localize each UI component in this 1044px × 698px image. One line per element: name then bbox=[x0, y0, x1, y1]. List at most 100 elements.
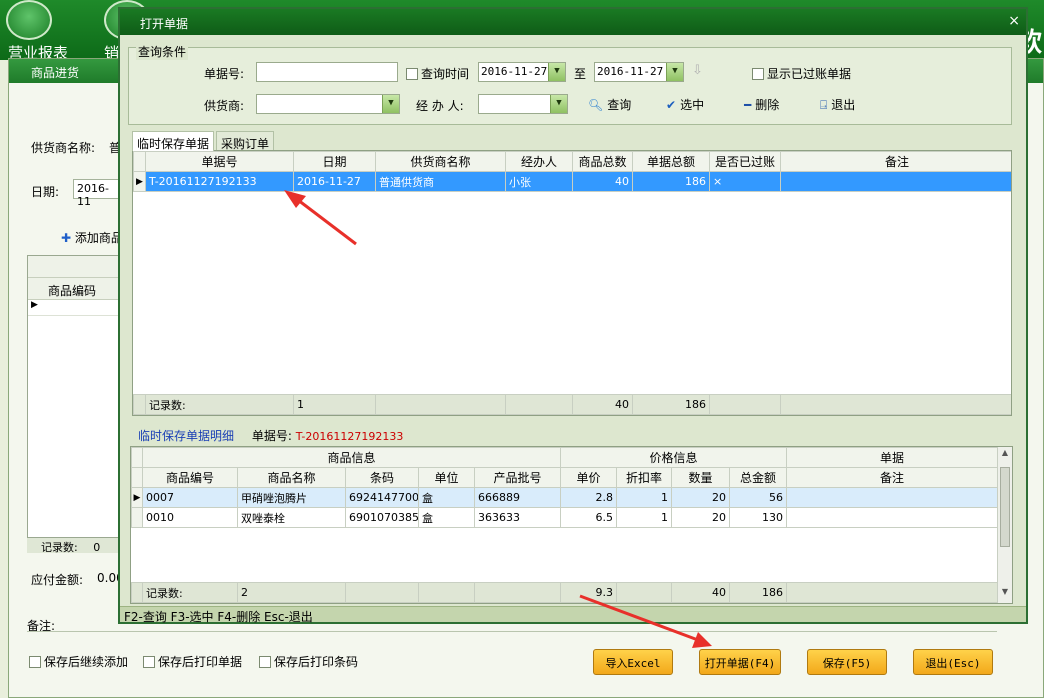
table-row[interactable]: ▶ T-20161127192133 2016-11-27 普通供货商 小张 4… bbox=[133, 171, 1011, 192]
scroll-down-icon[interactable]: ▼ bbox=[998, 587, 1012, 603]
cell-price[interactable]: 2.8 bbox=[560, 487, 618, 508]
col-batch[interactable]: 产品批号 bbox=[473, 467, 562, 488]
select-button[interactable]: ✔ 选中 bbox=[666, 96, 704, 113]
col-handler[interactable]: 经办人 bbox=[505, 151, 573, 172]
cell-barcode[interactable]: 690107038534 bbox=[345, 507, 419, 528]
col-unit[interactable]: 单位 bbox=[418, 467, 475, 488]
cell-supplier[interactable]: 普通供货商 bbox=[375, 171, 506, 192]
cell-discount[interactable]: 1 bbox=[616, 487, 673, 508]
col-remark[interactable]: 备注 bbox=[780, 151, 1011, 172]
bill-no-input[interactable] bbox=[256, 62, 398, 82]
query-time-label: 查询时间 bbox=[421, 67, 470, 81]
supplier-select[interactable]: ▼ bbox=[256, 94, 400, 114]
col-barcode[interactable]: 条码 bbox=[345, 467, 419, 488]
col-total[interactable]: 总金额 bbox=[729, 467, 788, 488]
scroll-thumb[interactable] bbox=[1000, 467, 1010, 547]
cell-date[interactable]: 2016-11-27 bbox=[293, 171, 376, 192]
handler-select[interactable]: ▼ bbox=[478, 94, 568, 114]
col-goods-code[interactable]: 商品编号 bbox=[142, 467, 238, 488]
col-discount[interactable]: 折扣率 bbox=[616, 467, 673, 488]
date-to-picker[interactable]: 2016-11-27 ▼ bbox=[594, 62, 684, 82]
report-icon[interactable] bbox=[6, 0, 52, 40]
chevron-down-icon[interactable]: ▼ bbox=[548, 63, 565, 81]
cell-total[interactable]: 130 bbox=[729, 507, 788, 528]
query-time-check[interactable]: 查询时间 bbox=[406, 65, 469, 82]
detail-title: 临时保存单据明细 bbox=[138, 429, 235, 443]
cell-bill-no[interactable]: T-20161127192133 bbox=[145, 171, 294, 192]
check-print-barcode[interactable]: 保存后打印条码 bbox=[259, 653, 358, 670]
detail-footer-label: 记录数: bbox=[142, 582, 238, 603]
cell-goods-name[interactable]: 甲硝唑泡腾片 bbox=[237, 487, 346, 508]
col-qty[interactable]: 数量 bbox=[671, 467, 731, 488]
checkbox-icon bbox=[752, 68, 764, 80]
scroll-up-icon[interactable]: ▲ bbox=[998, 448, 1012, 464]
bills-grid[interactable]: 单据号 日期 供货商名称 经办人 商品总数 单据总额 是否已过账 备注 ▶ T-… bbox=[132, 150, 1012, 416]
check-print-bill[interactable]: 保存后打印单据 bbox=[143, 653, 242, 670]
remark-field[interactable] bbox=[27, 631, 997, 632]
group-bill: 单据 bbox=[786, 447, 999, 468]
delete-button[interactable]: ━ 删除 bbox=[744, 96, 779, 113]
select-button-label: 选中 bbox=[680, 98, 705, 112]
cell-goods-code[interactable]: 0010 bbox=[142, 507, 238, 528]
cell-price[interactable]: 6.5 bbox=[560, 507, 618, 528]
footer-record-label: 记录数: bbox=[145, 394, 294, 415]
chevron-down-icon[interactable]: ▼ bbox=[382, 95, 399, 113]
tab-temp-saved[interactable]: 临时保存单据 bbox=[132, 131, 215, 151]
cell-unit[interactable]: 盒 bbox=[418, 507, 475, 528]
footer-blank bbox=[418, 582, 475, 603]
cell-goods-name[interactable]: 双唑泰栓 bbox=[237, 507, 346, 528]
col-amount-total[interactable]: 单据总额 bbox=[632, 151, 710, 172]
col-date[interactable]: 日期 bbox=[293, 151, 376, 172]
cell-handler[interactable]: 小张 bbox=[505, 171, 573, 192]
cell-posted[interactable]: × bbox=[709, 171, 781, 192]
col-goods-name[interactable]: 商品名称 bbox=[237, 467, 346, 488]
col-bill-no[interactable]: 单据号 bbox=[145, 151, 294, 172]
cell-goods-code[interactable]: 0007 bbox=[142, 487, 238, 508]
delete-button-label: 删除 bbox=[755, 98, 780, 112]
tab-purchase-order[interactable]: 采购订单 bbox=[216, 131, 275, 151]
cell-detail-remark[interactable] bbox=[786, 487, 999, 508]
date-from-picker[interactable]: 2016-11-27 ▼ bbox=[478, 62, 566, 82]
cell-discount[interactable]: 1 bbox=[616, 507, 673, 528]
row-indicator-header bbox=[133, 151, 146, 172]
chevron-down-icon[interactable]: ▼ bbox=[550, 95, 567, 113]
search-button[interactable]: 🔍︎ 查询 bbox=[588, 96, 631, 113]
detail-grid[interactable]: 商品信息 价格信息 单据 商品编号 商品名称 条码 单位 产品批号 单价 折扣率… bbox=[130, 446, 1013, 604]
cell-qty[interactable]: 20 bbox=[671, 507, 731, 528]
col-detail-remark[interactable]: 备注 bbox=[786, 467, 999, 488]
save-button[interactable]: 保存(F5) bbox=[807, 649, 887, 675]
col-qty-total[interactable]: 商品总数 bbox=[572, 151, 633, 172]
cell-total[interactable]: 56 bbox=[729, 487, 788, 508]
detail-footer-count: 2 bbox=[237, 582, 346, 603]
close-icon[interactable]: × bbox=[1008, 13, 1020, 29]
exit-button[interactable]: 退出(Esc) bbox=[913, 649, 993, 675]
cell-batch[interactable]: 363633 bbox=[473, 507, 562, 528]
import-excel-button[interactable]: 导入Excel bbox=[593, 649, 673, 675]
table-row[interactable]: ▶ 0007 甲硝唑泡腾片 692414770021 盒 666889 2.8 … bbox=[131, 487, 999, 508]
cell-qty-total[interactable]: 40 bbox=[572, 171, 633, 192]
check-continue-add[interactable]: 保存后继续添加 bbox=[29, 653, 128, 670]
show-posted-check[interactable]: 显示已过账单据 bbox=[752, 65, 851, 82]
cell-unit[interactable]: 盒 bbox=[418, 487, 475, 508]
cell-batch[interactable]: 666889 bbox=[473, 487, 562, 508]
footer-blank bbox=[786, 582, 998, 603]
chevron-down-icon[interactable]: ▼ bbox=[666, 63, 683, 81]
cell-qty[interactable]: 20 bbox=[671, 487, 731, 508]
cell-amount-total[interactable]: 186 bbox=[632, 171, 710, 192]
row-indicator-header bbox=[131, 447, 143, 468]
col-supplier[interactable]: 供货商名称 bbox=[375, 151, 506, 172]
col-price[interactable]: 单价 bbox=[560, 467, 618, 488]
cell-remark[interactable] bbox=[780, 171, 1011, 192]
open-bill-button[interactable]: 打开单据(F4) bbox=[699, 649, 781, 675]
cell-detail-remark[interactable] bbox=[786, 507, 999, 528]
exit-dialog-button[interactable]: ⍈ 退出 bbox=[820, 96, 855, 113]
arrow-down-icon[interactable]: ⇩ bbox=[692, 63, 703, 78]
table-row[interactable]: ▶ bbox=[28, 300, 122, 316]
purchase-items-grid[interactable]: 商品编码 ▶ bbox=[27, 255, 123, 553]
col-posted[interactable]: 是否已过账 bbox=[709, 151, 781, 172]
detail-scrollbar[interactable]: ▲ ▼ bbox=[997, 447, 1012, 603]
cell-barcode[interactable]: 692414770021 bbox=[345, 487, 419, 508]
search-button-label: 查询 bbox=[607, 98, 632, 112]
add-goods-button[interactable]: ✚ 添加商品 bbox=[61, 229, 123, 246]
table-row[interactable]: 0010 双唑泰栓 690107038534 盒 363633 6.5 1 20… bbox=[131, 507, 999, 528]
